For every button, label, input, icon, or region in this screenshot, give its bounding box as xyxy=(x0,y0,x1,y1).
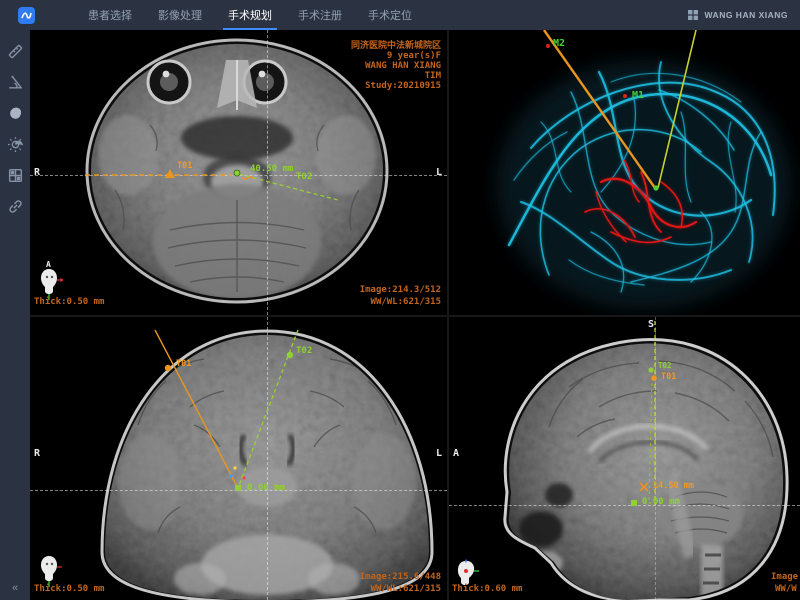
trajectory-target-point[interactable] xyxy=(653,185,658,190)
axial-image-index: Image:214.3/512 xyxy=(360,285,441,295)
coronal-crosshair-horizontal[interactable] xyxy=(30,490,447,491)
layout-grid-icon[interactable] xyxy=(4,164,26,186)
m2-label: M2 xyxy=(553,38,565,49)
coronal-mri-image xyxy=(30,317,447,600)
study-date: Study:20210915 xyxy=(351,81,441,91)
sagittal-mri-image xyxy=(449,317,800,600)
user-menu[interactable]: WANG HAN XIANG xyxy=(687,9,789,21)
sagittal-thickness: Thick:0.60 mm xyxy=(452,584,522,594)
sagittal-image-index-clipped: Image:1 xyxy=(771,572,800,582)
tab-surgery-planning[interactable]: 手术规划 xyxy=(215,0,285,30)
viewport-coronal[interactable]: R L T01 T02 0.00 mm Thick:0.50 mm Image:… xyxy=(30,317,447,600)
axial-t02-label: T02 xyxy=(296,172,312,182)
orientation-figure xyxy=(38,551,64,585)
left-toolbar: « xyxy=(0,30,30,600)
viewport-grid: 同济医院中法新城院区 9 year(s)F WANG HAN XIANG TIM… xyxy=(30,30,800,600)
orientation-figure: A xyxy=(38,262,64,296)
sagittal-target-distance-label: 0.00 mm xyxy=(642,497,680,507)
viewport-sagittal[interactable]: S A T02 T01 14.50 mm 0.00 mm Thick:0.60 … xyxy=(449,317,800,600)
axial-crosshair-horizontal[interactable] xyxy=(30,175,447,176)
m1-label: M1 xyxy=(632,90,644,101)
tab-patient-select[interactable]: 患者选择 xyxy=(75,0,145,30)
axial-t01-label: T01 xyxy=(177,161,192,171)
grid-menu-icon xyxy=(687,9,699,21)
app-logo-icon[interactable] xyxy=(18,7,35,24)
sagittal-window-level-clipped: WW/W xyxy=(775,584,797,594)
axial-orientation-left: R xyxy=(34,167,40,178)
sagittal-orientation-left: A xyxy=(453,448,459,459)
axial-orientation-right: L xyxy=(436,167,442,178)
vessel-3d-render xyxy=(449,30,800,315)
user-name: WANG HAN XIANG xyxy=(705,10,789,20)
patient-info-block: 同济医院中法新城院区 9 year(s)F WANG HAN XIANG TIM… xyxy=(351,38,441,91)
axial-window-level: WW/WL:621/315 xyxy=(371,297,441,307)
segment-nodule-icon[interactable] xyxy=(4,102,26,124)
series-name: TIM xyxy=(351,71,441,81)
coronal-t01-label: T01 xyxy=(176,359,191,369)
sagittal-orientation-top: S xyxy=(648,319,654,330)
sagittal-t01-label: T01 xyxy=(661,372,676,382)
coronal-t02-label: T02 xyxy=(296,346,312,356)
axial-distance-label: 40.50 mm xyxy=(250,164,293,174)
link-views-icon[interactable] xyxy=(4,195,26,217)
coronal-crosshair-vertical[interactable] xyxy=(267,317,268,600)
collapse-sidebar-button[interactable]: « xyxy=(12,582,18,594)
coronal-thickness: Thick:0.50 mm xyxy=(34,584,104,594)
measure-ruler-icon[interactable] xyxy=(4,40,26,62)
viewport-axial[interactable]: 同济医院中法新城院区 9 year(s)F WANG HAN XIANG TIM… xyxy=(30,30,447,315)
coronal-orientation-left: R xyxy=(34,448,40,459)
coronal-distance-label: 0.00 mm xyxy=(247,483,285,493)
angle-measure-icon[interactable] xyxy=(4,71,26,93)
sagittal-crosshair-vertical[interactable] xyxy=(655,317,656,600)
axial-thickness: Thick:0.50 mm xyxy=(34,297,104,307)
coronal-orientation-right: L xyxy=(436,448,442,459)
patient-age-sex: 9 year(s)F xyxy=(351,51,441,61)
coronal-window-level: WW/WL:621/315 xyxy=(371,584,441,594)
tab-surgery-registration[interactable]: 手术注册 xyxy=(285,0,355,30)
tab-surgery-positioning[interactable]: 手术定位 xyxy=(355,0,425,30)
hospital-name: 同济医院中法新城院区 xyxy=(351,38,441,51)
tab-image-processing[interactable]: 影像处理 xyxy=(145,0,215,30)
brightness-contrast-icon[interactable] xyxy=(4,133,26,155)
nav-tabs: 患者选择 影像处理 手术规划 手术注册 手术定位 xyxy=(75,0,425,30)
viewport-3d-vessels[interactable]: M2 M1 xyxy=(449,30,800,315)
sagittal-crosshair-horizontal[interactable] xyxy=(449,505,800,506)
sagittal-entry-distance-label: 14.50 mm xyxy=(653,481,694,491)
top-navigation-bar: 患者选择 影像处理 手术规划 手术注册 手术定位 WANG HAN XIANG xyxy=(0,0,800,30)
coronal-image-index: Image:215.6/448 xyxy=(360,572,441,582)
sagittal-t02-label: T02 xyxy=(658,361,672,370)
patient-name: WANG HAN XIANG xyxy=(351,61,441,71)
